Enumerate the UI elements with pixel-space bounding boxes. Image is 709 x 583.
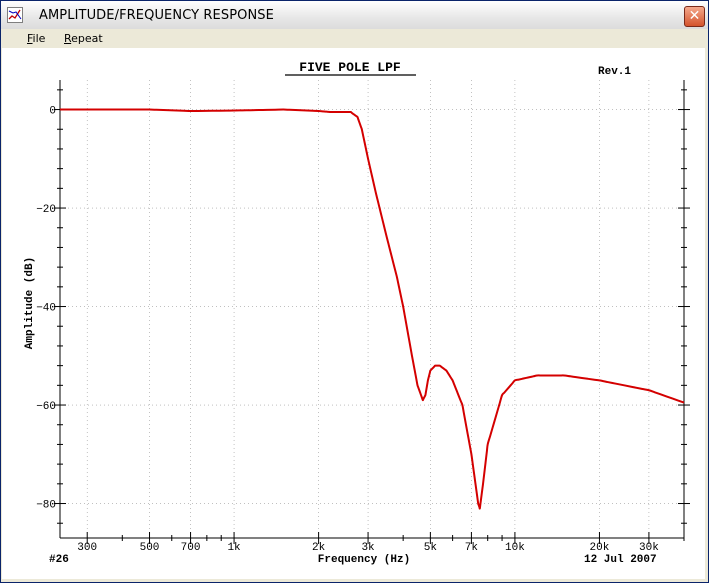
x-tick-label: 3k xyxy=(361,542,375,554)
y-tick-label: −40 xyxy=(36,303,56,315)
frequency-response-chart: 0 −20 −40 −60 −80 300 500 700 1k 2k 3k 5k 7k 10k 20k 30… xyxy=(2,48,705,579)
x-tick-label: 20k xyxy=(590,542,610,554)
x-axis-label: Frequency (Hz) xyxy=(318,554,410,566)
y-tick-label: −20 xyxy=(36,204,56,216)
x-tick-label: 700 xyxy=(181,542,201,554)
x-tick-label: 1k xyxy=(227,542,241,554)
x-tick-label: 10k xyxy=(505,542,525,554)
y-tick-label: −60 xyxy=(36,401,56,413)
x-tick-label: 5k xyxy=(424,542,438,554)
y-axis-label: Amplitude (dB) xyxy=(24,257,36,349)
date-label: 12 Jul 2007 xyxy=(584,554,657,566)
x-tick-label: 30k xyxy=(639,542,659,554)
x-tick-label: 2k xyxy=(312,542,326,554)
x-tick-label: 300 xyxy=(77,542,97,554)
y-tick-label: −80 xyxy=(36,500,56,512)
x-tick-label: 7k xyxy=(465,542,479,554)
y-tick-label: 0 xyxy=(49,106,56,118)
chart-title: FIVE POLE LPF xyxy=(299,60,401,75)
revision-label: Rev.1 xyxy=(598,66,631,78)
plot-background xyxy=(2,48,705,579)
x-tick-label: 500 xyxy=(140,542,160,554)
plot-id-label: #26 xyxy=(49,554,69,566)
